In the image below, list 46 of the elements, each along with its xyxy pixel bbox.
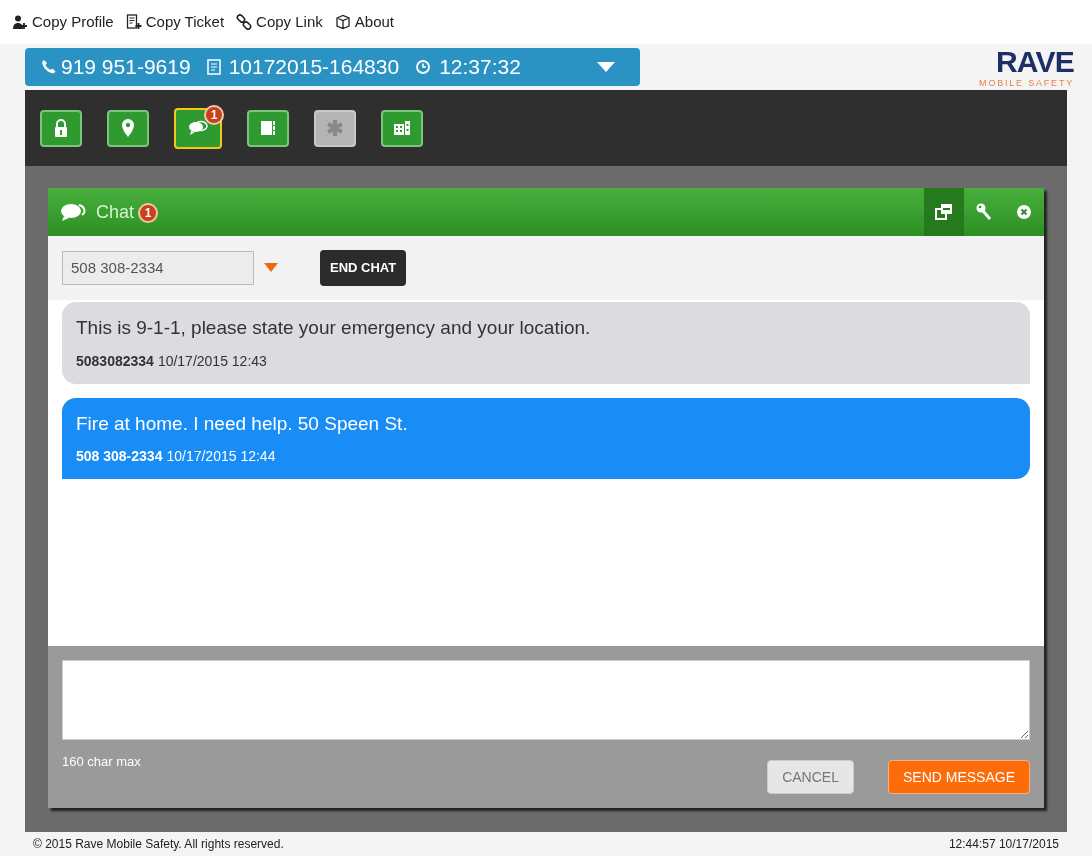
tool-button[interactable]: [40, 109, 82, 147]
close-icon: [1014, 202, 1034, 222]
building-icon: [392, 118, 412, 138]
user-add-icon: [12, 14, 28, 30]
tool-button[interactable]: 1: [174, 107, 222, 149]
logo: RAVE MOBILE SAFETY: [979, 46, 1074, 88]
tool-button[interactable]: [381, 109, 423, 147]
star-of-life-icon: [325, 118, 345, 138]
tool-button[interactable]: [107, 109, 149, 147]
popout-button[interactable]: [924, 188, 964, 236]
count-badge: 1: [204, 104, 224, 125]
chat-title: Chat: [96, 200, 135, 224]
tool-button[interactable]: [247, 109, 289, 147]
document-icon: [206, 59, 221, 75]
char-limit-note: 160 char max: [62, 753, 141, 771]
chat-icon: [188, 118, 208, 138]
dropdown-caret-icon[interactable]: [596, 61, 616, 73]
message-text: Fire at home. I need help. 50 Speen St.: [76, 411, 409, 436]
message-time: 10/17/2015 12:43: [157, 351, 267, 371]
menu-item[interactable]: About: [334, 10, 394, 34]
ticket-number: 10172015-164830: [228, 54, 400, 81]
phone-icon: [41, 59, 57, 75]
phone-number: 919 951-9619: [61, 54, 191, 81]
link-icon: [236, 14, 253, 30]
dropdown-caret-icon[interactable]: [264, 263, 278, 273]
book-icon: [258, 118, 278, 138]
message-time: 10/17/2015 12:44: [166, 447, 276, 466]
message-input-field[interactable]: [62, 660, 1030, 740]
copyright-text: © 2015 Rave Mobile Safety. All rights reserved.: [33, 836, 284, 853]
contact-dropdown[interactable]: 508 308-2334: [62, 251, 254, 285]
document-add-icon: [125, 14, 142, 30]
message-text: This is 9-1-1, please state your emergency and your location.: [76, 316, 592, 340]
clock-icon: [415, 59, 432, 75]
call-time: 12:37:32: [439, 54, 521, 81]
message-sender: 508 308-2334: [76, 447, 163, 466]
menu-item[interactable]: Copy Ticket: [125, 10, 225, 34]
chat-icon: [60, 202, 88, 222]
message-sender: 5083082334: [76, 351, 154, 371]
menu-item[interactable]: Copy Link: [236, 10, 323, 34]
popout-window-icon: [934, 202, 954, 222]
box-icon: [334, 14, 351, 30]
menu-item[interactable]: Copy Profile: [12, 10, 114, 34]
cancel-button[interactable]: CANCEL: [767, 760, 854, 794]
footer-timestamp: 12:44:57 10/17/2015: [948, 836, 1059, 853]
count-badge: 1: [138, 203, 159, 223]
end-chat-button[interactable]: END CHAT: [320, 250, 407, 286]
